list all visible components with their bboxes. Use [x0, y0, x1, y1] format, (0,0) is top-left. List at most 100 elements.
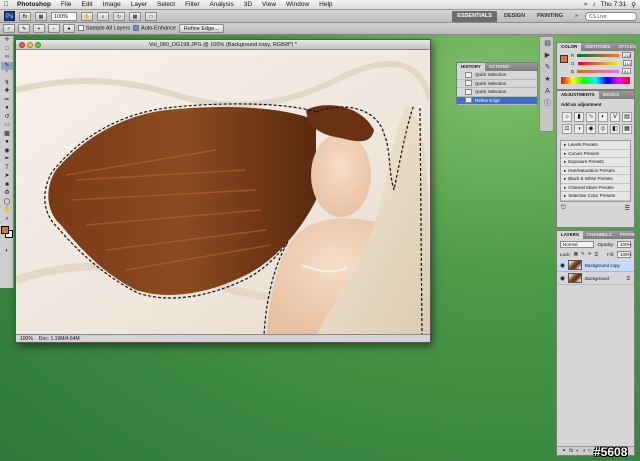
black-white-icon[interactable]: ◑ [574, 124, 584, 134]
layer-row[interactable]: ◉ Background ⚿ [557, 272, 634, 285]
screen-mode-button[interactable]: □ [145, 11, 157, 21]
curves-icon[interactable]: ∿ [586, 112, 596, 122]
blur-tool-icon[interactable]: ● [1, 138, 13, 147]
actions-panel-icon[interactable]: ▶ [542, 51, 553, 61]
preset-curves[interactable]: Curves Presets [561, 150, 630, 158]
menu-edit[interactable]: Edit [76, 1, 97, 8]
3d-rotate-tool-icon[interactable]: ♻ [1, 189, 13, 198]
menu-file[interactable]: File [56, 1, 76, 8]
preset-levels[interactable]: Levels Presets [561, 141, 630, 150]
tab-channels[interactable]: CHANNELS [583, 231, 616, 239]
color-spectrum-ramp[interactable] [561, 77, 630, 84]
path-selection-tool-icon[interactable]: ➤ [1, 172, 13, 181]
zoom-tool-button[interactable]: ⌕ [97, 11, 109, 21]
menu-3d[interactable]: 3D [239, 1, 257, 8]
document-title-bar[interactable]: Vol_080_DG198.JPG @ 100% (Background cop… [16, 40, 430, 50]
hand-tool-icon[interactable]: ✋ [1, 206, 13, 215]
preset-channel-mixer[interactable]: Channel Mixer Presets [561, 184, 630, 192]
quick-mask-icon[interactable]: ◐ [1, 247, 13, 256]
info-panel-icon[interactable]: ⓘ [542, 99, 553, 109]
link-layers-icon[interactable]: ⚭ [562, 447, 566, 455]
eye-icon[interactable]: ◉ [559, 262, 566, 269]
history-item[interactable]: Quick Selection [457, 71, 537, 80]
history-brush-tool-icon[interactable]: ↺ [1, 113, 13, 122]
3d-orbit-tool-icon[interactable]: ◯ [1, 198, 13, 207]
character-panel-icon[interactable]: A [542, 87, 553, 97]
history-item[interactable]: Quick Selection [457, 88, 537, 97]
preset-hue-saturation[interactable]: Hue/Saturation Presets [561, 167, 630, 175]
lasso-tool-icon[interactable]: ∞ [1, 53, 13, 62]
shape-tool-icon[interactable]: ■ [1, 181, 13, 190]
tab-actions[interactable]: ACTIONS [485, 63, 513, 71]
levels-icon[interactable]: ▮ [574, 112, 584, 122]
sample-all-layers-option[interactable]: Sample All Layers [78, 25, 130, 32]
add-to-selection-button[interactable]: + [33, 24, 45, 33]
preset-selective-color[interactable]: Selective Color Presets [561, 192, 630, 201]
blend-mode-select[interactable]: Normal [560, 240, 595, 248]
refine-edge-button[interactable]: Refine Edge... [178, 24, 224, 33]
layer-row[interactable]: ◉ Background copy [557, 259, 634, 272]
healing-brush-tool-icon[interactable]: ✚ [1, 87, 13, 96]
color-balance-icon[interactable]: ⚖ [562, 124, 572, 134]
move-tool-icon[interactable]: ✛ [1, 36, 13, 45]
type-tool-icon[interactable]: T [1, 164, 13, 173]
lock-all-icon[interactable]: ⚿ [595, 252, 598, 257]
blue-slider[interactable]: B 51 [557, 67, 634, 75]
crop-tool-icon[interactable]: ⌜ [1, 70, 13, 79]
hue-saturation-icon[interactable]: ▤ [622, 112, 632, 122]
view-extras-button[interactable]: ▦ [35, 11, 47, 21]
preset-black-white[interactable]: Black & White Presets [561, 175, 630, 184]
exposure-icon[interactable]: ◐ [598, 112, 608, 122]
new-selection-button[interactable]: ✎ [18, 24, 30, 33]
eraser-tool-icon[interactable]: ▭ [1, 121, 13, 130]
tab-masks[interactable]: MASKS [599, 91, 623, 99]
workspace-painting[interactable]: PAINTING [532, 11, 568, 22]
panel-options-icon[interactable]: ☰ [625, 205, 630, 212]
preset-exposure[interactable]: Exposure Presets [561, 158, 630, 167]
eye-icon[interactable]: ◉ [559, 275, 566, 282]
auto-enhance-checkbox[interactable] [133, 25, 140, 32]
lock-position-icon[interactable]: ✛ [588, 251, 592, 257]
foreground-color-swatch[interactable] [1, 226, 9, 234]
layer-style-icon[interactable]: fx [569, 447, 573, 455]
photo-filter-icon[interactable]: ◉ [586, 124, 596, 134]
eyedropper-tool-icon[interactable]: ↯ [1, 79, 13, 88]
tab-styles[interactable]: STYLES [614, 43, 640, 51]
zoom-tool-icon[interactable]: ⌕ [1, 215, 13, 224]
green-slider[interactable]: G 114 [557, 59, 634, 67]
pen-tool-icon[interactable]: ✒ [1, 155, 13, 164]
close-icon[interactable] [19, 42, 25, 48]
lock-transparent-icon[interactable]: ▦ [574, 251, 578, 257]
rotate-view-button[interactable]: ↻ [113, 11, 125, 21]
history-item[interactable]: Refine Edge [457, 96, 537, 105]
clone-stamp-tool-icon[interactable]: ♦ [1, 104, 13, 113]
tool-preset-picker[interactable]: ✓ [3, 24, 15, 33]
dodge-tool-icon[interactable]: ◉ [1, 147, 13, 156]
auto-enhance-option[interactable]: Auto-Enhance [133, 25, 176, 32]
tab-paths[interactable]: PATHS [616, 231, 639, 239]
menu-help[interactable]: Help [314, 1, 337, 8]
brush-tool-icon[interactable]: ✏ [1, 96, 13, 105]
status-zoom[interactable]: 100% [20, 335, 33, 342]
tab-color[interactable]: COLOR [557, 43, 582, 51]
history-panel-icon[interactable]: ▤ [542, 39, 553, 49]
app-menu[interactable]: Photoshop [12, 1, 56, 8]
quick-selection-tool-icon[interactable]: ✎ [1, 61, 13, 70]
menu-filter[interactable]: Filter [180, 1, 204, 8]
minimize-icon[interactable] [27, 42, 33, 48]
bridge-button[interactable]: Br [19, 11, 31, 21]
brushes-panel-icon[interactable]: ✎ [542, 63, 553, 73]
channel-mixer-icon[interactable]: ◎ [598, 124, 608, 134]
posterize-icon[interactable]: ▦ [622, 124, 632, 134]
apple-icon[interactable]:  [0, 1, 12, 8]
brightness-contrast-icon[interactable]: ☼ [562, 112, 572, 122]
sample-all-layers-checkbox[interactable] [78, 25, 84, 32]
status-doc-size[interactable]: Doc: 1.19M/4.64M [39, 335, 80, 342]
tab-swatches[interactable]: SWATCHES [581, 43, 614, 51]
hand-tool-button[interactable]: ✋ [81, 11, 93, 21]
menu-analysis[interactable]: Analysis [205, 1, 239, 8]
clock[interactable]: Thu 7:31 [601, 1, 627, 8]
menu-layer[interactable]: Layer [126, 1, 152, 8]
clone-source-panel-icon[interactable]: ★ [542, 75, 553, 85]
spotlight-icon[interactable]: ⚲ [631, 1, 636, 9]
